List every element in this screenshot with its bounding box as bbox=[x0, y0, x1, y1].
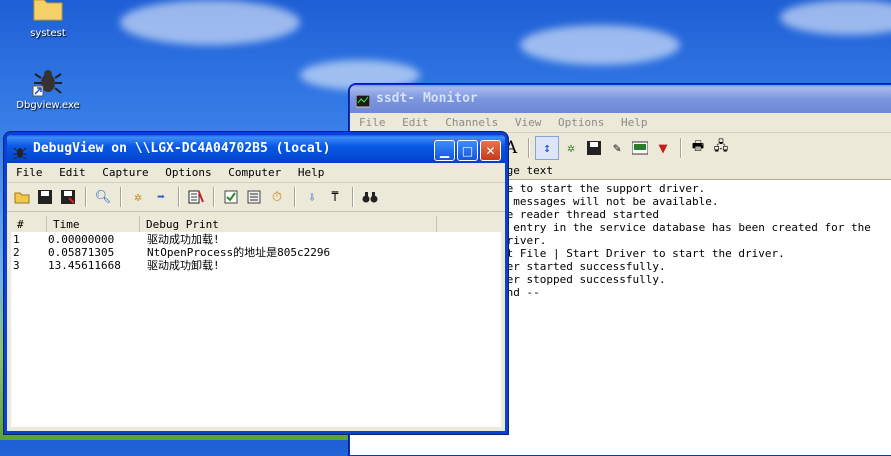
log-line: ct File | Start Driver to start the driv… bbox=[500, 247, 785, 260]
monitor-menu-help[interactable]: Help bbox=[616, 116, 653, 129]
desktop-icon-dbgview[interactable]: Dbgview.exe bbox=[8, 66, 88, 111]
row-number: 1 bbox=[13, 233, 20, 246]
table-row[interactable]: 1 0.00000000 驱动成功加载! bbox=[11, 233, 501, 246]
close-button[interactable]: ✕ bbox=[480, 140, 501, 161]
computer-icon[interactable]: 🖶 bbox=[687, 137, 709, 159]
debugview-titlebar[interactable]: DebugView on \\LGX-DC4A04702B5 (local) ▁… bbox=[7, 135, 505, 163]
menu-options[interactable]: Options bbox=[160, 166, 216, 179]
debugview-toolbar: 🔍︎ ✲ ➡ ⏱ ⇩ ⍑ bbox=[7, 183, 505, 212]
log-line: w entry in the service database has been… bbox=[500, 221, 871, 247]
monitor-app-icon bbox=[355, 92, 371, 108]
monitor-menubar: File Edit Channels View Options Help bbox=[350, 113, 891, 133]
maximize-icon: □ bbox=[461, 143, 474, 158]
monitor-menu-options[interactable]: Options bbox=[553, 116, 609, 129]
log-line: te reader thread started bbox=[500, 208, 659, 221]
desktop-icon-systest[interactable]: systest bbox=[8, 0, 88, 39]
minimize-button[interactable]: ▁ bbox=[434, 140, 455, 161]
row-number: 3 bbox=[13, 259, 20, 272]
log-line: l messages will not be available. bbox=[500, 195, 719, 208]
monitor-menu-channels[interactable]: Channels bbox=[440, 116, 503, 129]
menu-file[interactable]: File bbox=[11, 166, 48, 179]
table-row[interactable]: 2 0.05871305 NtOpenProcess的地址是805c2296 bbox=[11, 246, 501, 259]
row-number: 2 bbox=[13, 246, 20, 259]
scroll-down-icon[interactable]: ⇩ bbox=[301, 186, 323, 208]
save-as-icon[interactable] bbox=[57, 186, 79, 208]
arrow-right-icon[interactable]: ➡ bbox=[150, 186, 172, 208]
save-icon[interactable] bbox=[583, 137, 605, 159]
bug-icon bbox=[32, 66, 64, 98]
desktop-icon-label: systest bbox=[30, 28, 66, 39]
clock-icon[interactable]: ⏱ bbox=[266, 186, 288, 208]
funnel-filter-icon[interactable]: ▼ bbox=[652, 137, 674, 159]
menu-capture[interactable]: Capture bbox=[97, 166, 153, 179]
debugview-app-icon bbox=[13, 142, 27, 160]
capture-icon[interactable] bbox=[629, 137, 651, 159]
monitor-menu-edit[interactable]: Edit bbox=[397, 116, 434, 129]
menu-edit[interactable]: Edit bbox=[54, 166, 91, 179]
row-time: 0.05871305 bbox=[48, 246, 115, 259]
maximize-button[interactable]: □ bbox=[457, 140, 478, 161]
save-icon[interactable] bbox=[34, 186, 56, 208]
connect-icon[interactable]: ⍑ bbox=[324, 186, 346, 208]
autoscroll-icon[interactable]: ↕ bbox=[535, 136, 559, 160]
eraser-icon[interactable]: ✎ bbox=[606, 137, 628, 159]
minimize-icon: ▁ bbox=[439, 143, 450, 158]
row-time: 0.00000000 bbox=[48, 233, 115, 246]
menu-help[interactable]: Help bbox=[293, 166, 330, 179]
clear-display-icon[interactable] bbox=[185, 186, 207, 208]
menu-computer[interactable]: Computer bbox=[223, 166, 286, 179]
row-debug-print: 驱动成功加载! bbox=[147, 233, 220, 246]
row-debug-print: NtOpenProcess的地址是805c2296 bbox=[147, 246, 331, 259]
monitor-title: ssdt- Monitor bbox=[376, 91, 478, 106]
debug-output-list[interactable]: 1 0.00000000 驱动成功加载! 2 0.05871305 NtOpen… bbox=[11, 232, 501, 427]
desktop-icon-label: Dbgview.exe bbox=[16, 100, 80, 111]
find-icon[interactable]: 🔍︎ bbox=[92, 186, 114, 208]
history-depth-icon[interactable] bbox=[243, 186, 265, 208]
filter-highlight-icon[interactable] bbox=[220, 186, 242, 208]
cloud bbox=[780, 0, 891, 35]
debugview-window: DebugView on \\LGX-DC4A04702B5 (local) ▁… bbox=[4, 132, 508, 434]
gear-icon[interactable]: ✲ bbox=[127, 186, 149, 208]
binoculars-icon[interactable] bbox=[359, 186, 381, 208]
row-time: 13.45611668 bbox=[48, 259, 121, 272]
close-icon: ✕ bbox=[485, 143, 496, 158]
network-icon[interactable]: 🖧 bbox=[710, 137, 732, 159]
monitor-menu-file[interactable]: File bbox=[354, 116, 391, 129]
debugview-menubar: File Edit Capture Options Computer Help bbox=[7, 163, 505, 183]
cloud bbox=[520, 25, 680, 65]
table-row[interactable]: 3 13.45611668 驱动成功卸载! bbox=[11, 259, 501, 272]
monitor-titlebar[interactable]: ssdt- Monitor bbox=[350, 85, 891, 113]
cloud bbox=[120, 0, 300, 45]
monitor-menu-view[interactable]: View bbox=[510, 116, 547, 129]
debugview-title: DebugView on \\LGX-DC4A04702B5 (local) bbox=[33, 141, 331, 156]
log-line: ver started successfully. bbox=[500, 260, 666, 273]
folder-icon bbox=[32, 0, 64, 26]
filter-icon[interactable]: ✲ bbox=[560, 137, 582, 159]
log-line: end -- bbox=[500, 286, 540, 299]
log-line: ver stopped successfully. bbox=[500, 273, 666, 286]
log-line: le to start the support driver. bbox=[500, 182, 706, 195]
row-debug-print: 驱动成功卸载! bbox=[147, 259, 220, 272]
open-folder-icon[interactable] bbox=[11, 186, 33, 208]
